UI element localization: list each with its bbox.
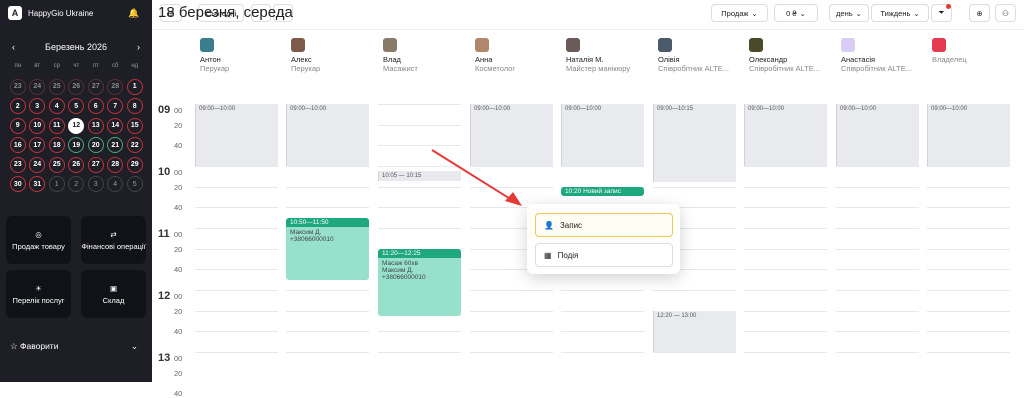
arrow-annotation	[431, 149, 522, 206]
record-option[interactable]: 👤 Запис	[535, 213, 673, 237]
person-icon: 👤	[544, 220, 554, 230]
calendar-icon: ▦	[544, 250, 552, 260]
record-label: Запис	[559, 220, 583, 230]
event-option[interactable]: ▦ Подія	[535, 243, 673, 267]
minute-label: 40	[174, 389, 183, 398]
create-popup: 👤 Запис ▦ Подія	[527, 204, 680, 274]
event-label: Подія	[557, 250, 579, 260]
